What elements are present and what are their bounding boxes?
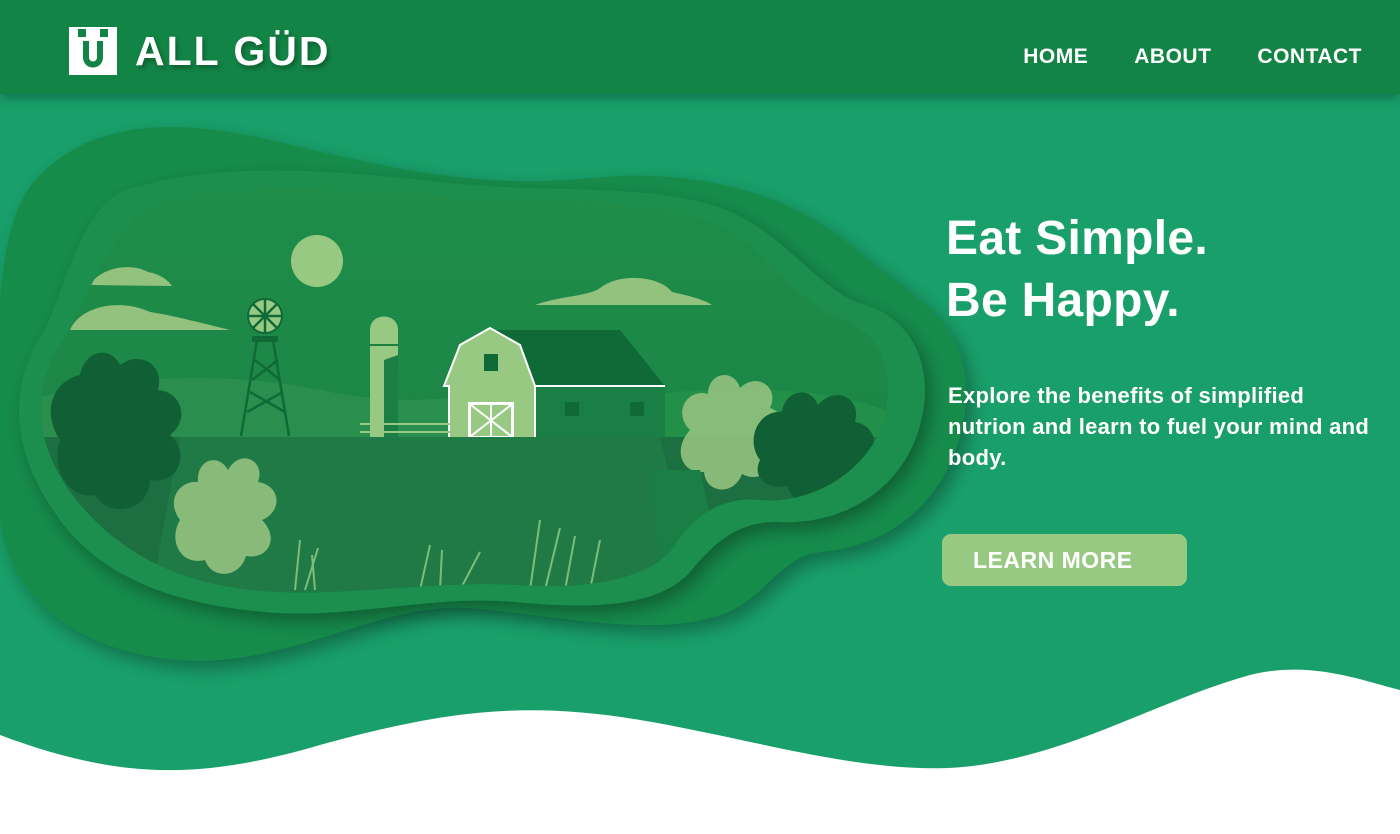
main-nav: HOME ABOUT CONTACT xyxy=(1023,45,1362,69)
site-header: ALL GÜD HOME ABOUT CONTACT xyxy=(0,0,1400,94)
learn-more-button[interactable]: LEARN MORE xyxy=(942,534,1187,586)
sun-icon xyxy=(291,235,343,287)
brand-name: ALL GÜD xyxy=(135,28,331,74)
brand-logo[interactable]: ALL GÜD xyxy=(69,27,330,75)
nav-about-link[interactable]: ABOUT xyxy=(1134,45,1211,69)
nav-home-link[interactable]: HOME xyxy=(1023,45,1088,69)
hero-subtext: Explore the benefits of simplified nutri… xyxy=(948,383,1370,470)
hero-text: Eat Simple. Be Happy. Explore the benefi… xyxy=(946,208,1376,473)
headline-line-2: Be Happy. xyxy=(946,274,1180,327)
headline-line-1: Eat Simple. xyxy=(946,212,1209,265)
hero-headline: Eat Simple. Be Happy. xyxy=(946,208,1376,332)
nav-contact-link[interactable]: CONTACT xyxy=(1257,45,1362,69)
logo-mark-icon xyxy=(69,27,117,75)
